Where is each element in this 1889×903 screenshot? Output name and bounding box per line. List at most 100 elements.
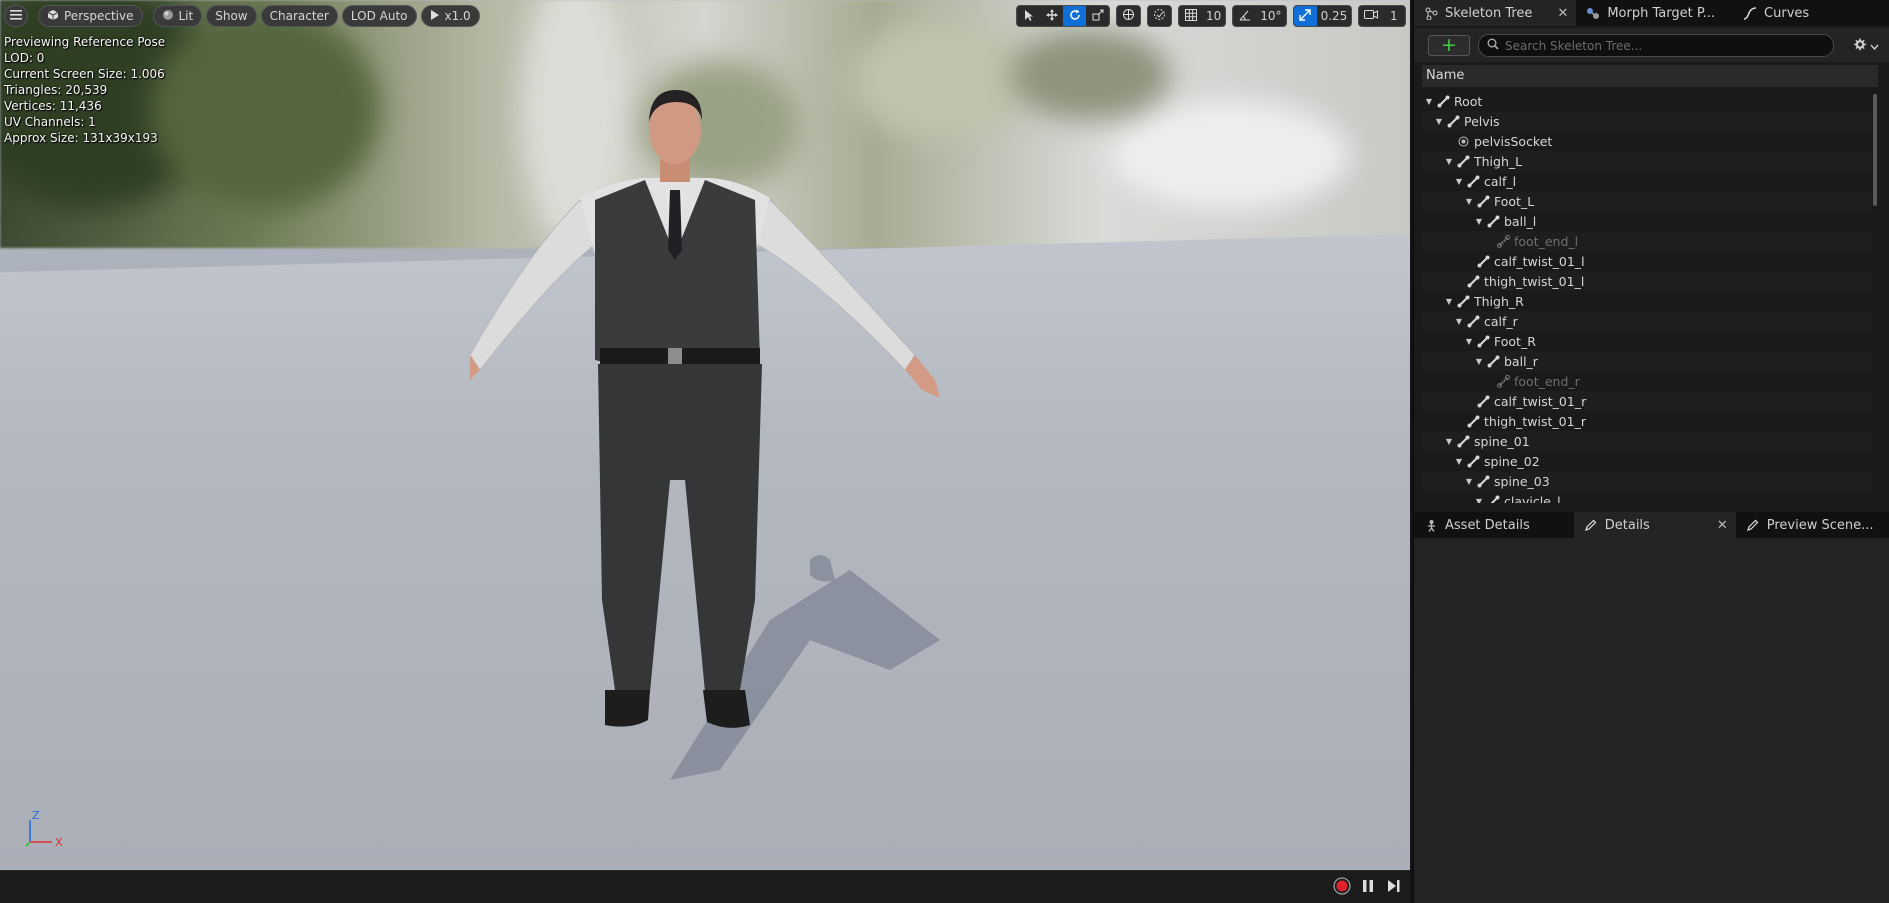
chevron-down-icon xyxy=(1870,39,1879,54)
coordinate-space-button[interactable] xyxy=(1117,6,1140,26)
tree-bone-row[interactable]: ▼ spine_03 xyxy=(1422,471,1874,491)
hamburger-icon xyxy=(10,9,22,23)
expand-arrow-icon[interactable]: ▼ xyxy=(1464,197,1474,206)
tree-socket-row[interactable]: pelvisSocket xyxy=(1422,131,1874,151)
rotation-snap-toggle[interactable] xyxy=(1233,6,1256,26)
expand-arrow-icon[interactable]: ▼ xyxy=(1444,297,1454,306)
record-button[interactable] xyxy=(1332,877,1352,898)
close-icon[interactable]: ✕ xyxy=(1557,6,1568,21)
expand-arrow-icon[interactable]: ▼ xyxy=(1424,97,1434,106)
camera-icon xyxy=(1363,9,1378,23)
grid-snap-toggle[interactable] xyxy=(1179,6,1202,26)
tab-preview-scene-settings[interactable]: Preview Scene... xyxy=(1736,512,1884,538)
tree-item-label: spine_02 xyxy=(1484,453,1540,469)
tree-bone-row[interactable]: ▼ Root xyxy=(1422,91,1874,111)
tree-bone-row[interactable]: ▼ Pelvis xyxy=(1422,111,1874,131)
tree-bone-row[interactable]: ▼ calf_l xyxy=(1422,171,1874,191)
lod-label: LOD Auto xyxy=(350,9,408,23)
tree-bone-row[interactable]: ▼ ball_r xyxy=(1422,351,1874,371)
select-tool-button[interactable] xyxy=(1017,6,1040,26)
bone-icon xyxy=(1476,334,1490,348)
bone-icon xyxy=(1476,474,1490,488)
tab-morph-target-preview[interactable]: Morph Target P... xyxy=(1576,0,1725,26)
expand-arrow-icon[interactable]: ▼ xyxy=(1444,157,1454,166)
scale-snap-value[interactable]: 0.25 xyxy=(1317,6,1352,26)
camera-speed-value[interactable]: 1 xyxy=(1382,6,1405,26)
tree-bone-row[interactable]: ▼ Thigh_R xyxy=(1422,291,1874,311)
tree-bone-row[interactable]: ▼ ball_l xyxy=(1422,211,1874,231)
tree-bone-row[interactable]: ▼ spine_02 xyxy=(1422,451,1874,471)
bone-icon xyxy=(1456,434,1470,448)
playback-speed-button[interactable]: x1.0 xyxy=(420,5,480,27)
skeleton-search-box[interactable] xyxy=(1478,34,1834,57)
tab-asset-details[interactable]: Asset Details xyxy=(1414,512,1548,538)
pause-button[interactable] xyxy=(1358,878,1378,898)
bone-icon xyxy=(1466,414,1480,428)
skeleton-settings-button[interactable] xyxy=(1852,36,1886,56)
tree-bone-row[interactable]: ▼ calf_r xyxy=(1422,311,1874,331)
bone-icon xyxy=(1456,294,1470,308)
tree-item-label: pelvisSocket xyxy=(1474,133,1553,149)
expand-arrow-icon[interactable]: ▼ xyxy=(1464,337,1474,346)
tab-curves[interactable]: Curves xyxy=(1733,0,1819,26)
tree-scrollbar-thumb[interactable] xyxy=(1873,94,1877,206)
expand-arrow-icon[interactable]: ▼ xyxy=(1454,457,1464,466)
expand-arrow-icon[interactable]: ▼ xyxy=(1454,177,1464,186)
tree-bone-row[interactable]: foot_end_r xyxy=(1422,371,1874,391)
character-mesh[interactable] xyxy=(470,80,1020,810)
rotation-snap-value[interactable]: 10° xyxy=(1256,6,1285,26)
expand-arrow-icon[interactable]: ▼ xyxy=(1464,477,1474,486)
tree-item-label: foot_end_l xyxy=(1514,233,1579,249)
tab-asset-details-label: Asset Details xyxy=(1445,517,1530,533)
plus-icon: + xyxy=(1441,34,1457,56)
tab-details[interactable]: Details ✕ xyxy=(1573,512,1736,538)
tree-scrollbar[interactable] xyxy=(1872,91,1878,503)
expand-arrow-icon[interactable]: ▼ xyxy=(1474,497,1484,504)
tree-bone-row[interactable]: ▼ Thigh_L xyxy=(1422,151,1874,171)
grid-snap-value[interactable]: 10 xyxy=(1202,6,1225,26)
expand-arrow-icon[interactable]: ▼ xyxy=(1474,217,1484,226)
grid-icon xyxy=(1184,8,1197,24)
tree-bone-row[interactable]: ▼ Foot_R xyxy=(1422,331,1874,351)
translate-tool-button[interactable] xyxy=(1040,6,1063,26)
tree-bone-row[interactable]: calf_twist_01_l xyxy=(1422,251,1874,271)
camera-speed-button[interactable] xyxy=(1359,6,1382,26)
scale-snap-toggle[interactable] xyxy=(1293,6,1317,26)
tree-column-header[interactable]: Name xyxy=(1422,65,1878,87)
details-pencil-icon xyxy=(1584,518,1598,532)
tree-bone-row[interactable]: ▼ clavicle_l xyxy=(1422,491,1874,503)
show-flags-button[interactable]: Show xyxy=(206,5,257,27)
step-forward-button[interactable] xyxy=(1384,878,1404,898)
preview-viewport[interactable]: Perspective Lit Show Character LOD Auto … xyxy=(0,0,1410,870)
axis-x-label: X xyxy=(55,836,63,849)
tree-item-label: spine_01 xyxy=(1474,433,1530,449)
tree-bone-row[interactable]: calf_twist_01_r xyxy=(1422,391,1874,411)
cursor-arrow-icon xyxy=(1024,9,1034,24)
rotate-tool-button[interactable] xyxy=(1063,6,1086,26)
character-menu-button[interactable]: Character xyxy=(260,5,338,27)
tree-item-label: Foot_R xyxy=(1494,333,1536,349)
scale-tool-button[interactable] xyxy=(1086,6,1109,26)
stats-preview-mode: Previewing Reference Pose xyxy=(4,35,166,49)
expand-arrow-icon[interactable]: ▼ xyxy=(1434,117,1444,126)
tree-bone-row[interactable]: thigh_twist_01_r xyxy=(1422,411,1874,431)
view-mode-button[interactable]: Perspective xyxy=(38,5,143,27)
viewport-menu-button[interactable] xyxy=(4,5,28,27)
tree-bone-row[interactable]: foot_end_l xyxy=(1422,231,1874,251)
tree-bone-row[interactable]: ▼ spine_01 xyxy=(1422,431,1874,451)
close-icon[interactable]: ✕ xyxy=(1717,518,1728,533)
expand-arrow-icon[interactable]: ▼ xyxy=(1474,357,1484,366)
tab-skeleton-tree[interactable]: Skeleton Tree ✕ xyxy=(1414,0,1577,26)
skeleton-tree-list[interactable]: ▼ Root ▼ Pelvis pelvisSocket ▼ Thigh_L ▼ calf_l ▼… xyxy=(1422,91,1882,503)
details-panel-body xyxy=(1414,538,1889,903)
skeleton-search-input[interactable] xyxy=(1505,38,1825,53)
tree-item-label: foot_end_r xyxy=(1514,373,1580,389)
lighting-mode-button[interactable]: Lit xyxy=(152,5,203,27)
expand-arrow-icon[interactable]: ▼ xyxy=(1444,437,1454,446)
tree-bone-row[interactable]: ▼ Foot_L xyxy=(1422,191,1874,211)
add-socket-button[interactable]: + xyxy=(1428,35,1470,56)
surface-snap-button[interactable] xyxy=(1148,6,1171,26)
lod-button[interactable]: LOD Auto xyxy=(341,5,417,27)
tree-bone-row[interactable]: thigh_twist_01_l xyxy=(1422,271,1874,291)
expand-arrow-icon[interactable]: ▼ xyxy=(1454,317,1464,326)
